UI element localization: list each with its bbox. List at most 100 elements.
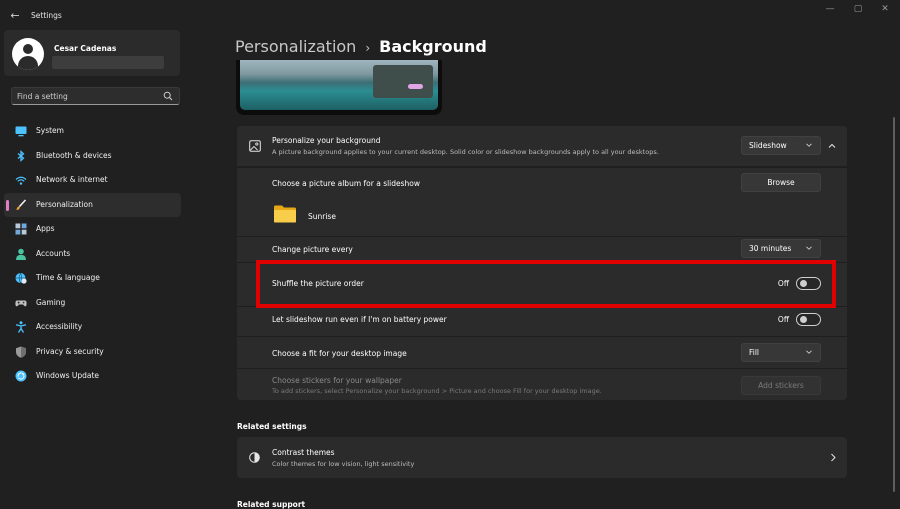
user-profile[interactable]: Cesar Cadenas bbox=[4, 30, 180, 76]
sidebar-item-label: Bluetooth & devices bbox=[36, 150, 112, 160]
person-icon bbox=[16, 248, 26, 260]
chevron-down-icon bbox=[806, 246, 812, 250]
battery-toggle-group: Off bbox=[764, 313, 821, 326]
sidebar-item-personalization[interactable]: Personalization bbox=[4, 192, 181, 217]
breadcrumb-parent[interactable]: Personalization bbox=[235, 37, 356, 56]
brush-icon bbox=[16, 198, 27, 210]
sidebar-item-label: System bbox=[36, 126, 64, 135]
preview-window bbox=[373, 65, 433, 98]
stickers-row: Choose stickers for your wallpaper To ad… bbox=[237, 368, 847, 400]
contrast-themes-description: Color themes for low vision, light sensi… bbox=[272, 460, 415, 468]
sidebar-item-network[interactable]: Network & internet bbox=[4, 168, 181, 193]
picture-icon bbox=[249, 140, 261, 152]
sidebar-item-privacy-security[interactable]: Privacy & security bbox=[4, 340, 181, 365]
battery-state-label: Off bbox=[777, 315, 789, 324]
change-picture-row: Change picture every 30 minutes bbox=[237, 236, 847, 262]
chevron-right-icon: › bbox=[365, 41, 371, 55]
sidebar-item-gaming[interactable]: Gaming bbox=[4, 291, 181, 316]
album-row-title: Choose a picture album for a slideshow bbox=[272, 179, 421, 188]
contrast-themes-link[interactable]: Contrast themes Color themes for low vis… bbox=[237, 437, 847, 478]
maximize-button[interactable]: ▢ bbox=[850, 4, 866, 14]
window-title: Settings bbox=[31, 11, 62, 20]
change-interval-dropdown[interactable]: 30 minutes bbox=[741, 239, 821, 258]
chevron-right-icon bbox=[831, 453, 836, 462]
related-settings-heading: Related settings bbox=[237, 422, 307, 431]
shield-icon bbox=[16, 346, 26, 358]
background-type-dropdown[interactable]: Slideshow bbox=[741, 136, 821, 155]
shuffle-state-label: Off bbox=[777, 279, 789, 288]
preview-accent-pill bbox=[408, 84, 423, 89]
fit-title: Choose a fit for your desktop image bbox=[272, 349, 407, 358]
close-button[interactable]: ✕ bbox=[877, 4, 893, 14]
desktop-preview bbox=[236, 60, 442, 115]
stickers-title: Choose stickers for your wallpaper bbox=[272, 376, 402, 385]
sidebar-item-label: Apps bbox=[36, 224, 55, 233]
fit-row: Choose a fit for your desktop image Fill bbox=[237, 336, 847, 368]
dropdown-value: 30 minutes bbox=[749, 244, 792, 253]
chevron-up-icon[interactable] bbox=[827, 141, 837, 151]
change-picture-title: Change picture every bbox=[272, 245, 353, 254]
gamepad-icon bbox=[15, 300, 27, 306]
apps-icon bbox=[15, 223, 27, 235]
sidebar-item-label: Accessibility bbox=[36, 322, 83, 331]
sidebar-nav: System Bluetooth & devices Network & int… bbox=[4, 119, 181, 389]
user-name: Cesar Cadenas bbox=[54, 44, 117, 53]
monitor-icon bbox=[15, 126, 27, 137]
dropdown-value: Slideshow bbox=[749, 141, 787, 150]
sidebar-item-label: Personalization bbox=[36, 199, 93, 209]
shuffle-toggle-group: Off bbox=[764, 277, 821, 290]
active-indicator bbox=[6, 199, 9, 211]
user-email-redacted bbox=[52, 56, 164, 69]
fit-dropdown[interactable]: Fill bbox=[741, 343, 821, 362]
background-description: A picture background applies to your cur… bbox=[272, 148, 659, 156]
sidebar-item-label: Gaming bbox=[36, 297, 66, 307]
chevron-down-icon bbox=[806, 350, 812, 354]
update-icon bbox=[15, 370, 27, 382]
avatar bbox=[12, 38, 44, 70]
bluetooth-icon bbox=[17, 149, 25, 162]
sidebar-item-apps[interactable]: Apps bbox=[4, 217, 181, 242]
breadcrumb: Personalization › Background bbox=[235, 37, 487, 56]
dropdown-value: Fill bbox=[749, 348, 760, 357]
slideshow-album-row: Choose a picture album for a slideshow B… bbox=[237, 167, 847, 236]
add-stickers-button[interactable]: Add stickers bbox=[741, 376, 821, 395]
sidebar-item-system[interactable]: System bbox=[4, 119, 181, 144]
globe-clock-icon bbox=[15, 272, 27, 284]
background-title: Personalize your background bbox=[272, 136, 381, 145]
accessibility-icon bbox=[15, 321, 27, 333]
album-folder-name: Sunrise bbox=[308, 212, 336, 221]
page-title: Background bbox=[379, 37, 487, 56]
sidebar-item-label: Network & internet bbox=[36, 175, 108, 184]
search-icon[interactable] bbox=[163, 91, 173, 101]
shuffle-title: Shuffle the picture order bbox=[272, 279, 364, 288]
shuffle-toggle[interactable] bbox=[796, 277, 821, 290]
sidebar-item-label: Windows Update bbox=[36, 371, 100, 380]
contrast-themes-title: Contrast themes bbox=[272, 448, 335, 457]
sidebar-item-accounts[interactable]: Accounts bbox=[4, 242, 181, 267]
sidebar-item-time-language[interactable]: Time & language bbox=[4, 266, 181, 291]
search-input[interactable] bbox=[17, 90, 157, 103]
scrollbar[interactable] bbox=[893, 117, 895, 492]
sidebar-item-windows-update[interactable]: Windows Update bbox=[4, 364, 181, 389]
chevron-down-icon bbox=[806, 143, 812, 147]
wifi-icon bbox=[15, 176, 27, 185]
title-bar: ← Settings — ▢ ✕ bbox=[0, 0, 900, 30]
folder-icon bbox=[274, 205, 296, 223]
personalize-background-header[interactable]: Personalize your background A picture ba… bbox=[237, 126, 847, 166]
sidebar-item-accessibility[interactable]: Accessibility bbox=[4, 315, 181, 340]
battery-row: Let slideshow run even if I'm on battery… bbox=[237, 306, 847, 336]
sidebar-item-bluetooth[interactable]: Bluetooth & devices bbox=[4, 144, 181, 169]
battery-toggle[interactable] bbox=[796, 313, 821, 326]
search-box[interactable] bbox=[11, 87, 180, 105]
battery-title: Let slideshow run even if I'm on battery… bbox=[272, 315, 447, 324]
related-support-heading: Related support bbox=[237, 500, 306, 509]
sidebar-item-label: Time & language bbox=[36, 273, 100, 282]
sidebar-item-label: Privacy & security bbox=[36, 346, 104, 356]
minimize-button[interactable]: — bbox=[822, 4, 838, 14]
stickers-description: To add stickers, select Personalize your… bbox=[272, 387, 602, 395]
back-arrow-icon[interactable]: ← bbox=[8, 9, 22, 23]
browse-button[interactable]: Browse bbox=[741, 173, 821, 192]
shuffle-row: Shuffle the picture order Off bbox=[237, 262, 847, 306]
sidebar-item-label: Accounts bbox=[36, 248, 71, 258]
contrast-icon bbox=[249, 452, 260, 463]
